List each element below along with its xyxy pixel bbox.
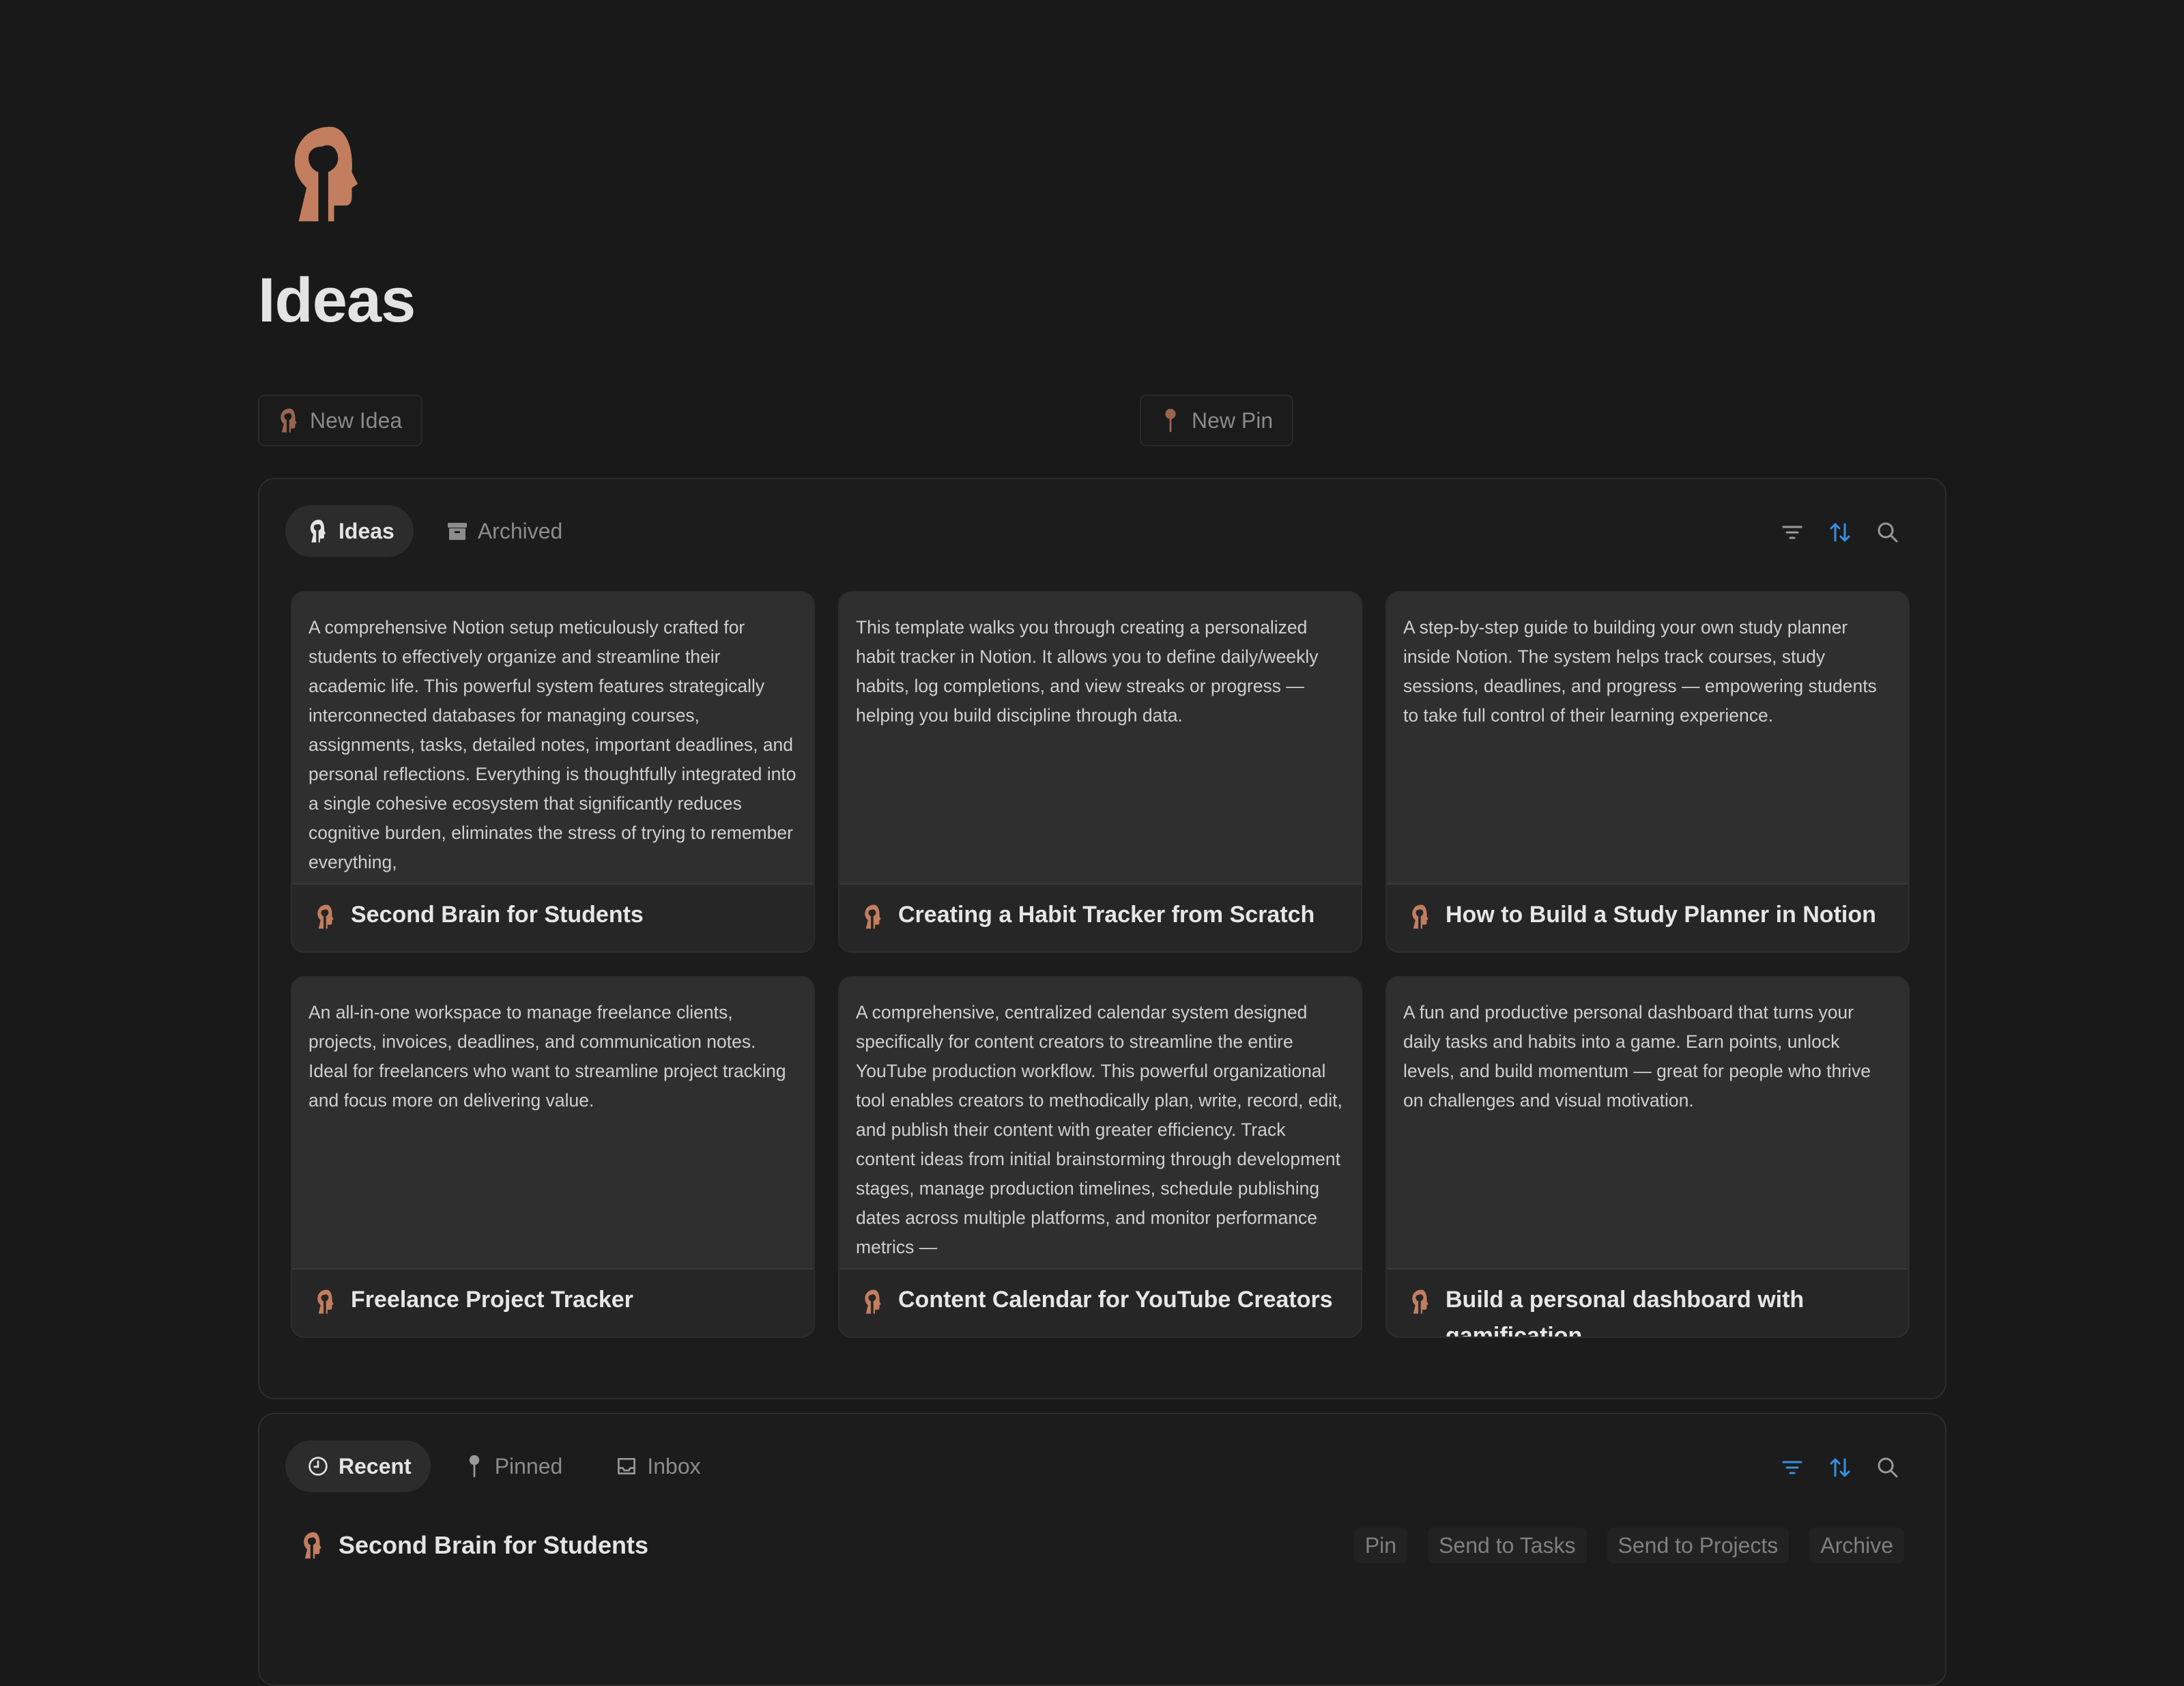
- new-idea-label: New Idea: [310, 408, 403, 433]
- head-silhouette-icon: [278, 408, 299, 433]
- tab-inbox[interactable]: Inbox: [595, 1440, 721, 1492]
- head-silhouette-icon: [1410, 1289, 1431, 1315]
- clock-icon: [308, 1457, 328, 1476]
- idea-card[interactable]: An all-in-one workspace to manage freela…: [291, 976, 815, 1338]
- recent-toolbar: [1780, 1455, 1900, 1480]
- list-item[interactable]: Second Brain for Students Pin Send to Ta…: [302, 1525, 1904, 1566]
- tab-inbox-label: Inbox: [647, 1453, 701, 1478]
- row-actions: Pin Send to Tasks Send to Projects Archi…: [1353, 1528, 1904, 1563]
- card-title[interactable]: Creating a Habit Tracker from Scratch: [898, 897, 1314, 933]
- archive-button[interactable]: Archive: [1809, 1528, 1904, 1563]
- head-silhouette-icon: [863, 904, 883, 930]
- card-footer: Build a personal dashboard with gamifica…: [1387, 1270, 1908, 1337]
- card-title[interactable]: Build a personal dashboard with gamifica…: [1446, 1282, 1892, 1337]
- card-title[interactable]: Freelance Project Tracker: [351, 1282, 633, 1318]
- search-icon[interactable]: [1876, 1455, 1900, 1480]
- card-description: A comprehensive Notion setup meticulousl…: [308, 617, 796, 872]
- head-silhouette-icon: [315, 904, 336, 930]
- page-title: Ideas: [258, 266, 416, 335]
- recent-list-panel: Recent Pinned Inbox Second Brain for Stu…: [258, 1413, 1946, 1686]
- card-footer: Content Calendar for YouTube Creators: [839, 1270, 1361, 1337]
- archive-box-icon: [447, 523, 467, 540]
- new-pin-label: New Pin: [1192, 408, 1274, 433]
- card-footer: Second Brain for Students: [292, 885, 814, 952]
- card-preview: An all-in-one workspace to manage freela…: [292, 977, 814, 1270]
- tab-recent[interactable]: Recent: [285, 1440, 431, 1492]
- ideas-toolbar: [1780, 520, 1900, 545]
- list-item-title[interactable]: Second Brain for Students: [339, 1531, 648, 1560]
- tab-pinned[interactable]: Pinned: [443, 1440, 584, 1492]
- sort-icon[interactable]: [1828, 520, 1852, 545]
- card-preview: A fun and productive personal dashboard …: [1387, 977, 1908, 1270]
- idea-card[interactable]: A comprehensive, centralized calendar sy…: [838, 976, 1362, 1338]
- head-silhouette-icon: [863, 1289, 883, 1315]
- inbox-tray-icon: [618, 1458, 636, 1474]
- head-silhouette-icon: [315, 1289, 336, 1315]
- idea-card[interactable]: A fun and productive personal dashboard …: [1385, 976, 1910, 1338]
- ideas-card-grid: A comprehensive Notion setup meticulousl…: [291, 591, 1910, 1338]
- card-preview: A comprehensive Notion setup meticulousl…: [292, 592, 814, 885]
- tab-recent-label: Recent: [339, 1453, 412, 1478]
- card-description: A step-by-step guide to building your ow…: [1403, 617, 1877, 726]
- card-preview: A step-by-step guide to building your ow…: [1387, 592, 1908, 885]
- pin-icon: [1160, 408, 1181, 433]
- idea-card[interactable]: This template walks you through creating…: [838, 591, 1362, 953]
- recent-view-tabs: Recent Pinned Inbox: [285, 1440, 721, 1492]
- card-title[interactable]: Content Calendar for YouTube Creators: [898, 1282, 1333, 1318]
- sort-icon[interactable]: [1828, 1455, 1852, 1480]
- card-title[interactable]: How to Build a Study Planner in Notion: [1446, 897, 1876, 933]
- tab-ideas-label: Ideas: [339, 518, 394, 543]
- tab-archived-label: Archived: [477, 518, 563, 543]
- idea-card[interactable]: A step-by-step guide to building your ow…: [1385, 591, 1910, 953]
- tab-pinned-label: Pinned: [494, 1453, 563, 1478]
- card-footer: How to Build a Study Planner in Notion: [1387, 885, 1908, 952]
- card-description: This template walks you through creating…: [856, 617, 1319, 726]
- tab-archived[interactable]: Archived: [426, 505, 584, 557]
- pin-button[interactable]: Pin: [1353, 1528, 1408, 1563]
- tab-ideas[interactable]: Ideas: [285, 505, 414, 557]
- card-footer: Freelance Project Tracker: [292, 1270, 814, 1337]
- pin-icon: [463, 1454, 485, 1478]
- card-title[interactable]: Second Brain for Students: [351, 897, 644, 933]
- new-pin-button[interactable]: New Pin: [1140, 395, 1294, 446]
- idea-card[interactable]: A comprehensive Notion setup meticulousl…: [291, 591, 815, 953]
- card-preview: This template walks you through creating…: [839, 592, 1361, 885]
- ideas-view-tabs: Ideas Archived: [285, 505, 583, 557]
- head-silhouette-icon: [302, 1531, 324, 1560]
- head-silhouette-icon[interactable]: [285, 123, 367, 225]
- filter-icon[interactable]: [1780, 520, 1805, 545]
- card-description: A comprehensive, centralized calendar sy…: [856, 1002, 1342, 1257]
- new-idea-button[interactable]: New Idea: [258, 395, 423, 446]
- card-description: A fun and productive personal dashboard …: [1403, 1002, 1871, 1111]
- ideas-gallery-panel: Ideas Archived A comprehensive Notion se…: [258, 478, 1946, 1399]
- send-to-tasks-button[interactable]: Send to Tasks: [1428, 1528, 1587, 1563]
- card-footer: Creating a Habit Tracker from Scratch: [839, 885, 1361, 952]
- card-description: An all-in-one workspace to manage freela…: [308, 1002, 786, 1111]
- head-silhouette-icon: [1410, 904, 1431, 930]
- card-preview: A comprehensive, centralized calendar sy…: [839, 977, 1361, 1270]
- head-silhouette-icon: [310, 519, 326, 543]
- filter-icon[interactable]: [1780, 1455, 1805, 1480]
- send-to-projects-button[interactable]: Send to Projects: [1607, 1528, 1790, 1563]
- search-icon[interactable]: [1876, 520, 1900, 545]
